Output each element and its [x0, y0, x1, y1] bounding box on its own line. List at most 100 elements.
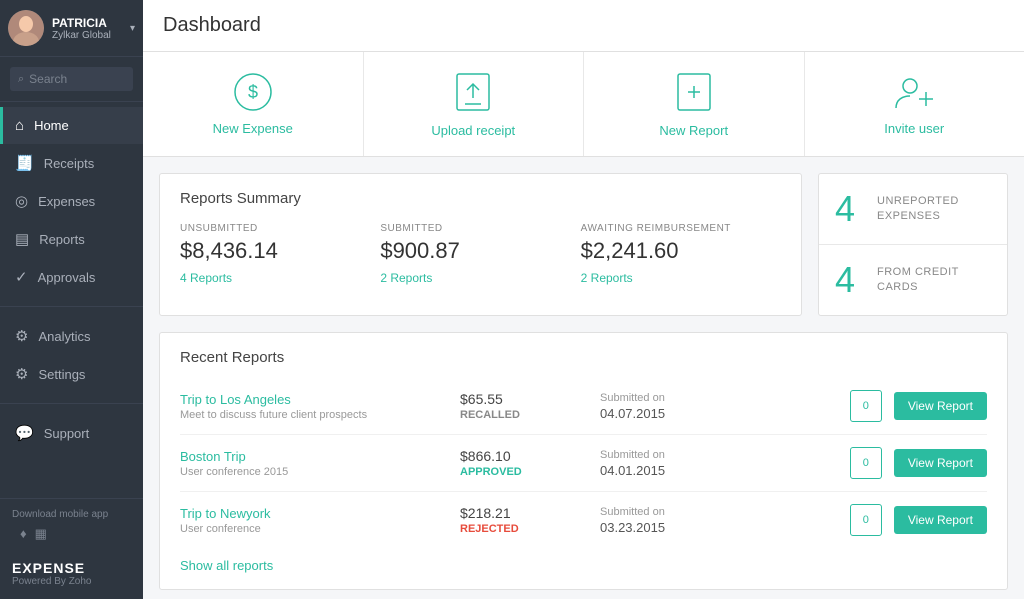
- user-info: PATRICIA Zylkar Global: [52, 16, 130, 41]
- stat-link-awaiting[interactable]: 2 Reports: [581, 271, 633, 285]
- settings-icon: ⚙: [15, 365, 28, 383]
- sidebar-item-settings[interactable]: ⚙ Settings: [0, 355, 143, 393]
- sidebar-nav: ⌂ Home 🧾 Receipts ◎ Expenses ▤ Reports ✓…: [0, 102, 143, 498]
- stat-label-unsubmitted: UNSUBMITTED: [180, 223, 360, 234]
- sidebar-item-expenses[interactable]: ◎ Expenses: [0, 182, 143, 220]
- report-amount-2: $218.21: [460, 505, 600, 521]
- reports-summary-card: Reports Summary UNSUBMITTED $8,436.14 4 …: [159, 173, 802, 316]
- stat-link-submitted[interactable]: 2 Reports: [380, 271, 432, 285]
- reports-summary-title: Reports Summary: [180, 190, 781, 207]
- report-name-0[interactable]: Trip to Los Angeles: [180, 392, 460, 407]
- report-status-2: REJECTED: [460, 523, 600, 535]
- analytics-icon: ⚙: [15, 327, 28, 345]
- avatar: [8, 10, 44, 46]
- report-desc-1: User conference 2015: [180, 466, 460, 478]
- side-stat-unreported: 4 UNREPORTED EXPENSES: [819, 174, 1007, 245]
- report-info-0: Trip to Los Angeles Meet to discuss futu…: [180, 392, 460, 421]
- sidebar: PATRICIA Zylkar Global ▾ ⌕ ⌂ Home 🧾 Rece…: [0, 0, 143, 599]
- search-input[interactable]: [29, 72, 125, 86]
- sidebar-item-support[interactable]: 💬 Support: [0, 414, 143, 452]
- sidebar-header[interactable]: PATRICIA Zylkar Global ▾: [0, 0, 143, 57]
- table-row: Trip to Newyork User conference $218.21 …: [180, 492, 987, 548]
- receipts-icon: 🧾: [15, 154, 34, 172]
- new-expense-action[interactable]: $ New Expense: [143, 52, 364, 156]
- reports-icon: ▤: [15, 230, 29, 248]
- summary-row: Reports Summary UNSUBMITTED $8,436.14 4 …: [159, 173, 1008, 316]
- sidebar-item-reports[interactable]: ▤ Reports: [0, 220, 143, 258]
- page-title: Dashboard: [163, 14, 1004, 37]
- stat-label-submitted: SUBMITTED: [380, 223, 560, 234]
- unreported-number: 4: [835, 188, 865, 230]
- unreported-desc: UNREPORTED EXPENSES: [877, 194, 991, 225]
- side-stats-card: 4 UNREPORTED EXPENSES 4 FROM CREDIT CARD…: [818, 173, 1008, 316]
- search-inner[interactable]: ⌕: [10, 67, 133, 91]
- user-name: PATRICIA: [52, 16, 130, 30]
- comment-badge-1[interactable]: 0: [850, 447, 882, 479]
- report-amount-block-1: $866.10 APPROVED: [460, 448, 600, 478]
- invite-user-icon: [892, 72, 936, 115]
- stat-submitted: SUBMITTED $900.87 2 Reports: [380, 223, 580, 285]
- main-content: Dashboard $ New Expense Upload rec: [143, 0, 1024, 599]
- submitted-date-0: 04.07.2015: [600, 406, 850, 421]
- sidebar-item-label: Analytics: [38, 329, 90, 344]
- summary-stats: UNSUBMITTED $8,436.14 4 Reports SUBMITTE…: [180, 223, 781, 285]
- search-container: ⌕: [0, 57, 143, 102]
- stat-value-awaiting: $2,241.60: [581, 238, 761, 264]
- submitted-date-1: 04.01.2015: [600, 463, 850, 478]
- report-info-1: Boston Trip User conference 2015: [180, 449, 460, 478]
- invite-user-action[interactable]: Invite user: [805, 52, 1024, 156]
- search-icon: ⌕: [18, 73, 24, 86]
- approvals-icon: ✓: [15, 268, 28, 286]
- stat-unsubmitted: UNSUBMITTED $8,436.14 4 Reports: [180, 223, 380, 285]
- sidebar-item-label: Settings: [38, 367, 85, 382]
- upload-receipt-icon: [453, 70, 493, 117]
- home-icon: ⌂: [15, 117, 24, 134]
- credit-cards-number: 4: [835, 259, 865, 301]
- sidebar-item-approvals[interactable]: ✓ Approvals: [0, 258, 143, 296]
- submitted-date-2: 03.23.2015: [600, 520, 850, 535]
- sidebar-item-home[interactable]: ⌂ Home: [0, 107, 143, 144]
- support-icon: 💬: [15, 424, 34, 442]
- report-amount-1: $866.10: [460, 448, 600, 464]
- comment-count-2: 0: [863, 514, 869, 526]
- report-submitted-0: Submitted on 04.07.2015: [600, 392, 850, 421]
- report-amount-0: $65.55: [460, 391, 600, 407]
- windows-icon[interactable]: ▦: [35, 526, 47, 542]
- report-status-1: APPROVED: [460, 466, 600, 478]
- download-label: Download mobile app: [12, 509, 131, 520]
- stat-label-awaiting: AWAITING REIMBURSEMENT: [581, 223, 761, 234]
- sidebar-brand: EXPENSE Powered By Zoho: [0, 552, 143, 599]
- show-all-reports-link[interactable]: Show all reports: [180, 558, 273, 573]
- stat-link-unsubmitted[interactable]: 4 Reports: [180, 271, 232, 285]
- sidebar-item-label: Support: [44, 426, 90, 441]
- report-amount-block-0: $65.55 RECALLED: [460, 391, 600, 421]
- new-report-label: New Report: [659, 123, 728, 138]
- sidebar-item-label: Home: [34, 118, 69, 133]
- report-name-1[interactable]: Boston Trip: [180, 449, 460, 464]
- brand-name: EXPENSE: [12, 560, 131, 576]
- report-submitted-1: Submitted on 04.01.2015: [600, 449, 850, 478]
- recent-reports-card: Recent Reports Trip to Los Angeles Meet …: [159, 332, 1008, 590]
- nav-divider: [0, 306, 143, 307]
- new-report-icon: [674, 70, 714, 117]
- comment-badge-2[interactable]: 0: [850, 504, 882, 536]
- sidebar-item-analytics[interactable]: ⚙ Analytics: [0, 317, 143, 355]
- nav-divider-2: [0, 403, 143, 404]
- sidebar-item-receipts[interactable]: 🧾 Receipts: [0, 144, 143, 182]
- comment-count-1: 0: [863, 457, 869, 469]
- user-org: Zylkar Global: [52, 30, 130, 41]
- view-report-button-1[interactable]: View Report: [894, 449, 987, 477]
- view-report-button-0[interactable]: View Report: [894, 392, 987, 420]
- stat-value-submitted: $900.87: [380, 238, 560, 264]
- report-submitted-2: Submitted on 03.23.2015: [600, 506, 850, 535]
- report-amount-block-2: $218.21 REJECTED: [460, 505, 600, 535]
- sidebar-footer: Download mobile app ♦ ▦: [0, 498, 143, 552]
- upload-receipt-action[interactable]: Upload receipt: [364, 52, 585, 156]
- view-report-button-2[interactable]: View Report: [894, 506, 987, 534]
- submitted-label-1: Submitted on: [600, 449, 850, 461]
- new-report-action[interactable]: New Report: [584, 52, 805, 156]
- report-name-2[interactable]: Trip to Newyork: [180, 506, 460, 521]
- comment-badge-0[interactable]: 0: [850, 390, 882, 422]
- android-icon[interactable]: ♦: [20, 526, 27, 542]
- svg-text:$: $: [248, 82, 258, 102]
